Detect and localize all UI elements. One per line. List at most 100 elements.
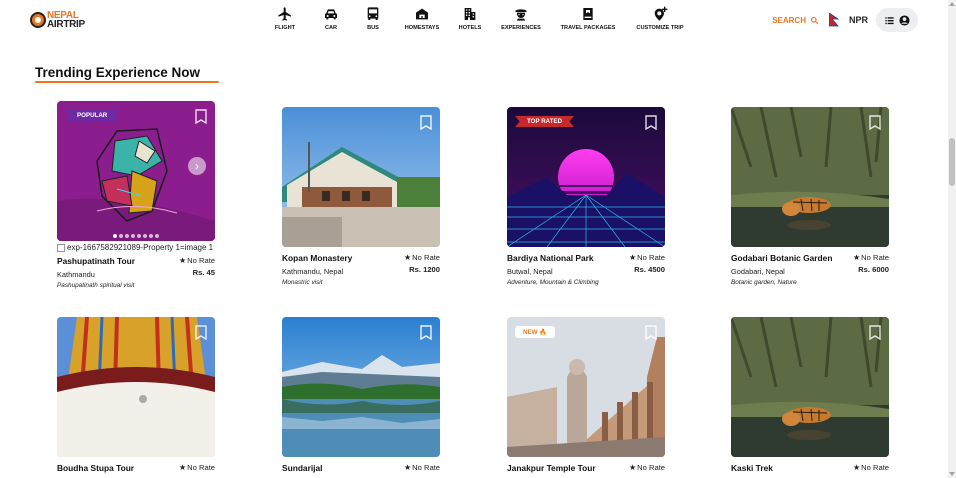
carousel-dot[interactable]: [143, 234, 147, 238]
car-icon: [325, 9, 337, 20]
nav-experiences[interactable]: EXPERIENCES: [496, 6, 546, 31]
card-rating: ★No Rate: [403, 253, 440, 262]
broken-image-icon: [57, 243, 65, 252]
card-image[interactable]: [282, 317, 440, 457]
experience-card[interactable]: NEW 🔥 Janakpur Temple Tour ★No Rate: [507, 317, 665, 473]
lake-mountain-photo: [282, 317, 440, 457]
carousel-dot[interactable]: [131, 234, 135, 238]
nav-bus[interactable]: BUS: [354, 6, 392, 31]
currency-selector[interactable]: NPR: [849, 15, 868, 25]
card-info: Janakpur Temple Tour ★No Rate: [507, 463, 665, 473]
card-info: Kopan Monastery ★No Rate Kathmandu, Nepa…: [282, 253, 440, 286]
map-pin-plus-icon: [654, 6, 668, 21]
experience-card[interactable]: Kaski Trek ★No Rate: [731, 317, 889, 473]
search-icon: [810, 16, 819, 24]
carousel-next-button[interactable]: ›: [188, 157, 206, 175]
bookmark-icon[interactable]: [195, 325, 207, 340]
nav-hotels-label: HOTELS: [458, 25, 482, 31]
star-icon: ★: [403, 253, 412, 262]
bookmark-icon[interactable]: [869, 115, 881, 130]
card-image[interactable]: [282, 107, 440, 247]
carousel-dot[interactable]: [149, 234, 153, 238]
card-image[interactable]: [731, 317, 889, 457]
nav-flight[interactable]: FLIGHT: [262, 6, 308, 31]
experience-card[interactable]: TOP RATED Bardiya National Park ★No Rate…: [507, 107, 665, 286]
nav-car[interactable]: CAR: [312, 6, 350, 31]
brand-logo[interactable]: NEPAL AIRTRIP: [30, 8, 85, 32]
scrollbar-thumb[interactable]: [949, 138, 955, 186]
card-info: Godabari Botanic Garden ★No Rate Godabar…: [731, 253, 889, 286]
star-icon: ★: [178, 463, 187, 472]
experience-card[interactable]: Boudha Stupa Tour ★No Rate: [57, 317, 215, 473]
card-info: Sundarijal ★No Rate: [282, 463, 440, 473]
experience-card[interactable]: Godabari Botanic Garden ★No Rate Godabar…: [731, 107, 889, 286]
card-price: Rs. 4500: [634, 265, 665, 274]
section-title: Trending Experience Now: [35, 65, 201, 80]
bus-icon: [367, 7, 379, 20]
card-image[interactable]: TOP RATED: [507, 107, 665, 247]
card-image[interactable]: POPULAR ›: [57, 101, 215, 241]
card-tags: Botanic garden, Nature: [731, 279, 797, 286]
brand-line-2: AIRTRIP: [47, 19, 85, 30]
star-icon: ★: [178, 256, 187, 265]
card-price: Rs. 1200: [409, 265, 440, 274]
user-avatar-icon: [899, 14, 910, 26]
carousel-dot[interactable]: [119, 234, 123, 238]
chevron-right-icon: ›: [195, 159, 199, 173]
menu-list-icon: [885, 16, 894, 24]
card-info: Pashupatinath Tour ★No Rate Kathmandu Rs…: [57, 256, 215, 289]
card-tags: Pashupatinath spiritual visit: [57, 282, 135, 289]
nav-customize-trip[interactable]: CUSTOMIZE TRIP: [630, 6, 690, 31]
star-icon: ★: [403, 463, 412, 472]
nav-flight-label: FLIGHT: [274, 25, 296, 31]
carousel-dot[interactable]: [155, 234, 159, 238]
nav-travel-packages[interactable]: TRAVEL PACKAGES: [556, 6, 620, 31]
search-button[interactable]: SEARCH: [772, 16, 819, 25]
card-image[interactable]: [731, 107, 889, 247]
bookmark-icon[interactable]: [195, 109, 207, 124]
nav-travel-packages-label: TRAVEL PACKAGES: [560, 25, 616, 31]
experience-card[interactable]: Kopan Monastery ★No Rate Kathmandu, Nepa…: [282, 107, 440, 286]
nav-experiences-label: EXPERIENCES: [501, 25, 541, 31]
main-nav: FLIGHT CAR BUS HOMESTAYS HOTELS EXPERIEN…: [262, 6, 690, 31]
bookmark-icon[interactable]: [869, 325, 881, 340]
popular-badge: POPULAR: [65, 110, 120, 121]
monastery-photo: [282, 107, 440, 247]
carousel-dot[interactable]: [137, 234, 141, 238]
nav-hotels[interactable]: HOTELS: [450, 6, 490, 31]
temple-photo: [507, 317, 665, 457]
bookmark-icon[interactable]: [645, 115, 657, 130]
house-icon: [416, 8, 428, 20]
card-image[interactable]: NEW 🔥: [507, 317, 665, 457]
tiger-photo: [731, 317, 889, 457]
synthwave-sun-image: [507, 107, 665, 247]
plane-icon: [278, 7, 291, 21]
user-menu-button[interactable]: [876, 8, 918, 32]
scroll-up-arrow-icon[interactable]: [949, 2, 955, 6]
bookmark-icon[interactable]: [645, 325, 657, 340]
card-image[interactable]: [57, 317, 215, 457]
scroll-down-arrow-icon[interactable]: [949, 472, 955, 476]
top-header: NEPAL AIRTRIP FLIGHT CAR BUS HOMESTAYS H…: [0, 0, 948, 40]
bookmark-icon[interactable]: [420, 325, 432, 340]
nav-homestays[interactable]: HOMESTAYS: [398, 6, 446, 31]
card-rating: ★No Rate: [852, 463, 889, 472]
experience-card[interactable]: POPULAR › exp-1667582921089-Property 1=i…: [57, 101, 215, 289]
page-scrollbar[interactable]: [948, 0, 956, 478]
carousel-dot[interactable]: [125, 234, 129, 238]
card-rating: ★No Rate: [852, 253, 889, 262]
experience-card[interactable]: Sundarijal ★No Rate: [282, 317, 440, 473]
top-rated-badge: TOP RATED: [515, 116, 575, 127]
package-icon: [583, 8, 593, 20]
bookmark-icon[interactable]: [420, 115, 432, 130]
nepal-flag-icon[interactable]: [828, 13, 839, 27]
card-info: Boudha Stupa Tour ★No Rate: [57, 463, 215, 473]
explorer-icon: [515, 9, 527, 21]
broken-image-alt: exp-1667582921089-Property 1=image 1: [57, 243, 215, 252]
card-rating: ★No Rate: [403, 463, 440, 472]
carousel-dot[interactable]: [113, 234, 117, 238]
star-icon: ★: [628, 463, 637, 472]
star-icon: ★: [852, 463, 861, 472]
card-location: Kathmandu: [57, 270, 95, 279]
card-info: Bardiya National Park ★No Rate Butwal, N…: [507, 253, 665, 286]
